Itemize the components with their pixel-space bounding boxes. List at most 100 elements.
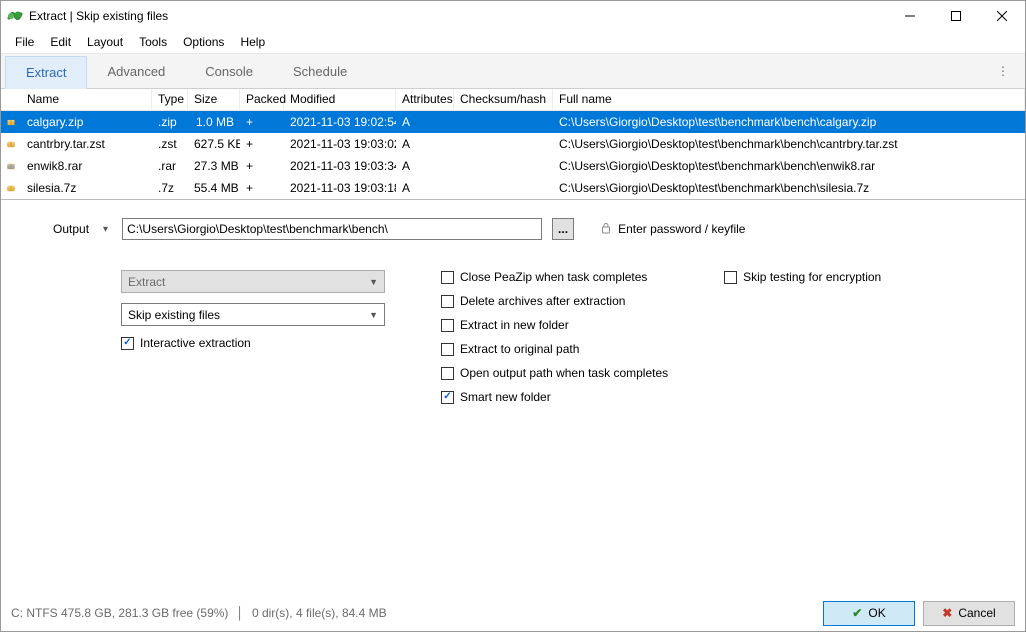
app-icon (7, 8, 23, 24)
menu-layout[interactable]: Layout (79, 33, 131, 51)
close-on-complete-checkbox[interactable]: Close PeaZip when task completes (441, 270, 668, 284)
table-row[interactable]: cantrbry.tar.zst.zst627.5 KB+2021-11-03 … (1, 133, 1025, 155)
cell-type: .rar (152, 157, 188, 175)
window-title: Extract | Skip existing files (29, 9, 887, 23)
middle-options: Close PeaZip when task completes Delete … (441, 270, 668, 404)
open-output-path-checkbox[interactable]: Open output path when task completes (441, 366, 668, 380)
x-icon: ✖ (942, 606, 952, 620)
menu-options[interactable]: Options (175, 33, 232, 51)
output-path-input[interactable] (122, 218, 542, 240)
close-button[interactable] (979, 1, 1025, 31)
interactive-extraction-checkbox[interactable]: Interactive extraction (121, 336, 385, 350)
ok-button[interactable]: ✔ OK (823, 601, 915, 626)
chevron-down-icon: ▼ (369, 310, 378, 320)
table-row[interactable]: calgary.zip.zip1.0 MB+2021-11-03 19:02:5… (1, 111, 1025, 133)
cell-name: cantrbry.tar.zst (21, 135, 152, 153)
cell-modified: 2021-11-03 19:03:34 (284, 157, 396, 175)
cell-size: 55.4 MB (188, 179, 240, 197)
menu-help[interactable]: Help (232, 33, 273, 51)
tab-schedule[interactable]: Schedule (273, 56, 367, 87)
cell-type: .zip (152, 113, 188, 131)
checkbox-icon (441, 391, 454, 404)
cell-fullname: C:\Users\Giorgio\Desktop\test\benchmark\… (553, 179, 1025, 197)
skip-encryption-test-checkbox[interactable]: Skip testing for encryption (724, 270, 881, 284)
minimize-button[interactable] (887, 1, 933, 31)
archive-icon (1, 179, 21, 197)
table-row[interactable]: silesia.7z.7z55.4 MB+2021-11-03 19:03:18… (1, 177, 1025, 199)
action-dropdown: Extract ▼ (121, 270, 385, 293)
lock-icon (600, 222, 612, 237)
table-body: calgary.zip.zip1.0 MB+2021-11-03 19:02:5… (1, 111, 1025, 199)
menu-edit[interactable]: Edit (42, 33, 79, 51)
col-attributes[interactable]: Attributes (396, 89, 454, 110)
cell-hash (454, 120, 553, 124)
col-packed[interactable]: Packed (240, 89, 284, 110)
maximize-button[interactable] (933, 1, 979, 31)
cell-modified: 2021-11-03 19:02:54 (284, 113, 396, 131)
check-icon: ✔ (852, 606, 862, 620)
cell-packed: + (240, 135, 284, 153)
cell-fullname: C:\Users\Giorgio\Desktop\test\benchmark\… (553, 135, 1025, 153)
cell-modified: 2021-11-03 19:03:02 (284, 135, 396, 153)
status-sep: │ (236, 606, 244, 620)
checkbox-icon (121, 337, 134, 350)
tab-advanced[interactable]: Advanced (87, 56, 185, 87)
browse-button[interactable]: ... (552, 218, 574, 240)
checkbox-icon (441, 343, 454, 356)
cell-name: silesia.7z (21, 179, 152, 197)
window-controls (887, 1, 1025, 31)
col-modified[interactable]: Modified (284, 89, 396, 110)
archive-icon (1, 135, 21, 153)
cell-type: .zst (152, 135, 188, 153)
cell-packed: + (240, 179, 284, 197)
cell-name: calgary.zip (21, 113, 152, 131)
extract-new-folder-checkbox[interactable]: Extract in new folder (441, 318, 668, 332)
app-window: Extract | Skip existing files File Edit … (0, 0, 1026, 632)
file-table: Name Type Size Packed Modified Attribute… (1, 89, 1025, 199)
output-row: Output ▾ ... Enter password / keyfile (1, 218, 1025, 240)
status-selection: 0 dir(s), 4 file(s), 84.4 MB (252, 606, 387, 620)
cell-hash (454, 164, 553, 168)
titlebar: Extract | Skip existing files (1, 1, 1025, 31)
col-hash[interactable]: Checksum/hash (454, 89, 553, 110)
col-size[interactable]: Size (188, 89, 240, 110)
delete-archives-checkbox[interactable]: Delete archives after extraction (441, 294, 668, 308)
cell-attr: A (396, 157, 454, 175)
archive-icon (1, 113, 21, 131)
options-grid: Extract ▼ Skip existing files ▼ Interact… (1, 240, 1025, 404)
menu-tools[interactable]: Tools (131, 33, 175, 51)
cancel-button[interactable]: ✖ Cancel (923, 601, 1015, 626)
smart-new-folder-checkbox[interactable]: Smart new folder (441, 390, 668, 404)
extract-original-path-checkbox[interactable]: Extract to original path (441, 342, 668, 356)
tabstrip: Extract Advanced Console Schedule ⋮ (1, 53, 1025, 89)
checkbox-icon (441, 271, 454, 284)
cell-packed: + (240, 113, 284, 131)
left-options: Extract ▼ Skip existing files ▼ Interact… (121, 270, 385, 404)
overwrite-dropdown[interactable]: Skip existing files ▼ (121, 303, 385, 326)
tab-overflow-icon[interactable]: ⋮ (987, 58, 1019, 84)
chevron-down-icon: ▼ (369, 277, 378, 287)
col-name[interactable]: Name (21, 89, 152, 110)
cell-hash (454, 186, 553, 190)
cell-name: enwik8.rar (21, 157, 152, 175)
col-fullname[interactable]: Full name (553, 89, 1025, 110)
menu-file[interactable]: File (7, 33, 42, 51)
password-label: Enter password / keyfile (618, 222, 745, 236)
col-type[interactable]: Type (152, 89, 188, 110)
cell-modified: 2021-11-03 19:03:18 (284, 179, 396, 197)
output-history-icon[interactable]: ▾ (99, 224, 112, 235)
status-disk: C: NTFS 475.8 GB, 281.3 GB free (59%) (11, 606, 228, 620)
checkbox-icon (724, 271, 737, 284)
cell-type: .7z (152, 179, 188, 197)
tab-extract[interactable]: Extract (5, 56, 87, 89)
cell-attr: A (396, 135, 454, 153)
checkbox-icon (441, 367, 454, 380)
table-row[interactable]: enwik8.rar.rar27.3 MB+2021-11-03 19:03:3… (1, 155, 1025, 177)
cell-fullname: C:\Users\Giorgio\Desktop\test\benchmark\… (553, 113, 1025, 131)
table-header: Name Type Size Packed Modified Attribute… (1, 89, 1025, 111)
cell-size: 27.3 MB (188, 157, 240, 175)
menubar: File Edit Layout Tools Options Help (1, 31, 1025, 53)
cell-hash (454, 142, 553, 146)
password-link[interactable]: Enter password / keyfile (600, 222, 745, 237)
tab-console[interactable]: Console (185, 56, 273, 87)
